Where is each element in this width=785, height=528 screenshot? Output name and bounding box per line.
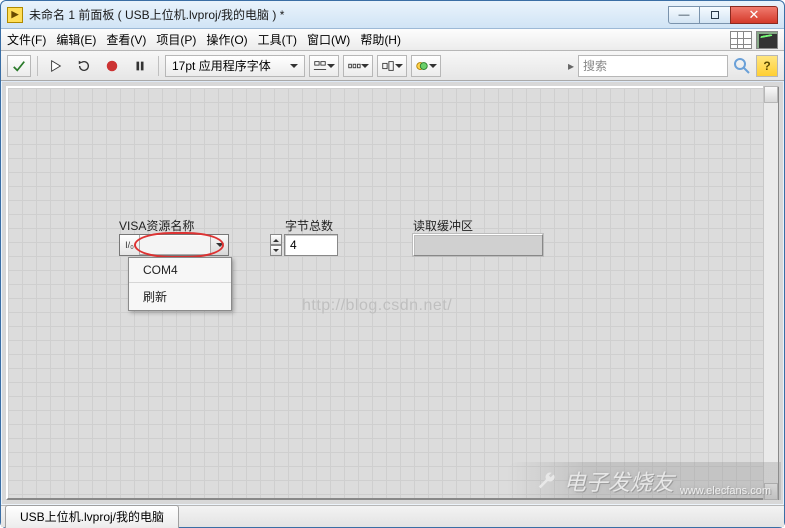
pause-button[interactable] <box>128 55 152 77</box>
help-label: ? <box>763 59 770 73</box>
project-tab-label: USB上位机.lvproj/我的电脑 <box>20 510 164 524</box>
reorder-icon <box>415 59 429 73</box>
resize-icon <box>381 59 395 73</box>
font-select-label: 17pt 应用程序字体 <box>172 57 271 74</box>
visa-resource-control[interactable]: I/₀ <box>119 234 229 256</box>
menu-project[interactable]: 项目(P) <box>156 31 196 48</box>
maximize-icon <box>711 11 719 19</box>
confirm-button[interactable] <box>7 55 31 77</box>
search-placeholder: 搜索 <box>583 57 607 74</box>
window-title: 未命名 1 前面板 ( USB上位机.lvproj/我的电脑 ) * <box>29 6 669 23</box>
minimize-button[interactable]: — <box>668 6 700 24</box>
menu-file[interactable]: 文件(F) <box>7 31 46 48</box>
align-objects-button[interactable] <box>309 55 339 77</box>
read-buffer-label: 读取缓冲区 <box>413 217 473 234</box>
font-select[interactable]: 17pt 应用程序字体 <box>165 55 305 77</box>
window-controls: — ✕ <box>669 6 778 24</box>
menu-view[interactable]: 查看(V) <box>106 31 146 48</box>
front-panel[interactable]: VISA资源名称 I/₀ COM4 刷新 字节总数 4 读取缓冲区 htt <box>2 82 783 504</box>
pause-icon <box>133 59 147 73</box>
chevron-down-icon <box>395 60 403 72</box>
visa-resource-value[interactable] <box>140 235 210 255</box>
maximize-button[interactable] <box>699 6 731 24</box>
chevron-down-icon <box>327 60 335 72</box>
chevron-down-icon <box>429 60 437 72</box>
run-continuous-button[interactable] <box>72 55 96 77</box>
byte-count-input[interactable]: 4 <box>284 234 338 256</box>
menu-window[interactable]: 窗口(W) <box>307 31 350 48</box>
toolbar-sep <box>158 56 159 76</box>
menu-operate[interactable]: 操作(O) <box>206 31 247 48</box>
vertical-scrollbar[interactable] <box>763 86 778 500</box>
toolbar: 17pt 应用程序字体 ▸ 搜索 ? <box>1 51 784 81</box>
spin-down-button[interactable] <box>270 245 282 256</box>
distribute-objects-button[interactable] <box>343 55 373 77</box>
menu-edit[interactable]: 编辑(E) <box>56 31 96 48</box>
visa-dropdown-button[interactable] <box>210 235 228 255</box>
close-button[interactable]: ✕ <box>730 6 778 24</box>
byte-count-control: 4 <box>270 234 338 256</box>
check-icon <box>12 59 26 73</box>
visa-menu-item-refresh[interactable]: 刷新 <box>129 282 231 310</box>
titlebar[interactable]: ▶ 未命名 1 前面板 ( USB上位机.lvproj/我的电脑 ) * — ✕ <box>1 1 784 29</box>
window-frame: ▶ 未命名 1 前面板 ( USB上位机.lvproj/我的电脑 ) * — ✕… <box>0 0 785 528</box>
align-icon <box>313 59 327 73</box>
menubar: 文件(F) 编辑(E) 查看(V) 项目(P) 操作(O) 工具(T) 窗口(W… <box>1 29 784 51</box>
project-tab[interactable]: USB上位机.lvproj/我的电脑 <box>5 505 179 528</box>
resize-objects-button[interactable] <box>377 55 407 77</box>
visa-io-icon: I/₀ <box>120 235 140 255</box>
scope-palette-icon[interactable] <box>756 31 778 49</box>
menu-tools[interactable]: 工具(T) <box>258 31 297 48</box>
toolbar-sep <box>37 56 38 76</box>
search-icon[interactable] <box>732 56 752 76</box>
abort-icon <box>105 59 119 73</box>
byte-count-label: 字节总数 <box>285 217 333 234</box>
labview-app-icon: ▶ <box>7 7 23 23</box>
byte-count-value: 4 <box>290 238 297 252</box>
search-input[interactable]: 搜索 <box>578 55 728 77</box>
statusbar: USB上位机.lvproj/我的电脑 <box>1 505 784 527</box>
run-arrow-icon <box>49 59 63 73</box>
chevron-down-icon <box>361 60 369 72</box>
run-continuous-icon <box>77 59 91 73</box>
abort-button[interactable] <box>100 55 124 77</box>
context-help-button[interactable]: ? <box>756 55 778 77</box>
byte-count-spinner <box>270 234 282 256</box>
menu-help[interactable]: 帮助(H) <box>360 31 401 48</box>
visa-resource-label: VISA资源名称 <box>119 217 194 234</box>
run-button[interactable] <box>44 55 68 77</box>
reorder-objects-button[interactable] <box>411 55 441 77</box>
read-buffer-indicator <box>413 234 543 256</box>
search-chevron-icon[interactable]: ▸ <box>568 59 574 73</box>
distribute-icon <box>347 59 361 73</box>
grid-palette-icon[interactable] <box>730 31 752 49</box>
visa-menu-item-com4[interactable]: COM4 <box>129 258 231 282</box>
visa-dropdown-menu: COM4 刷新 <box>128 257 232 311</box>
spin-up-button[interactable] <box>270 234 282 245</box>
panel-grid <box>6 86 779 500</box>
chevron-down-icon <box>290 60 298 72</box>
